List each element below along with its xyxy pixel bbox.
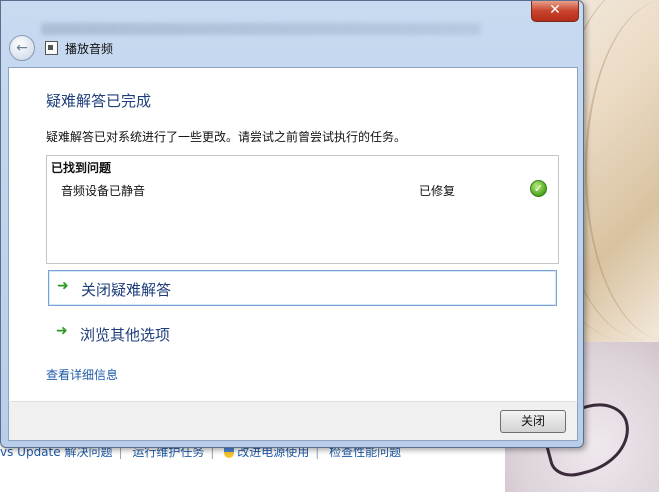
close-troubleshooter-link[interactable]: ➜ 关闭疑难解答 [48,270,557,306]
page-title: 疑难解答已完成 [46,92,152,110]
dialog-footer: 关闭 [8,401,578,441]
nav-title: 播放音频 [65,42,114,56]
green-arrow-icon: ➜ [56,323,68,339]
close-button[interactable]: 关闭 [500,410,566,433]
problem-status: 已修复 [419,184,456,198]
window-close-button[interactable]: ✕ [531,1,579,22]
green-arrow-icon: ➜ [57,278,69,294]
problems-header: 已找到问题 [51,161,112,175]
back-button[interactable]: ← [9,35,35,61]
explore-options-link[interactable]: ➜ 浏览其他选项 [48,316,555,350]
problems-found-box: 已找到问题 音频设备已静音 已修复 ✓ [46,155,559,264]
content-panel: 疑难解答已完成 疑难解答已对系统进行了一些更改。请尝试之前曾尝试执行的任务。 已… [8,67,578,403]
view-details-link[interactable]: 查看详细信息 [46,366,118,383]
check-icon: ✓ [530,180,547,197]
title-bar [41,23,481,35]
problem-name: 音频设备已静音 [61,184,146,198]
command-label: 浏览其他选项 [80,326,171,344]
description-text: 疑难解答已对系统进行了一些更改。请尝试之前曾尝试执行的任务。 [46,130,407,144]
troubleshooter-icon [45,41,58,55]
troubleshooter-dialog: ✕ ← 播放音频 疑难解答已完成 疑难解答已对系统进行了一些更改。请尝试之前曾尝… [0,0,584,448]
navigation-bar: ← 播放音频 [9,35,569,61]
command-label: 关闭疑难解答 [81,281,172,299]
